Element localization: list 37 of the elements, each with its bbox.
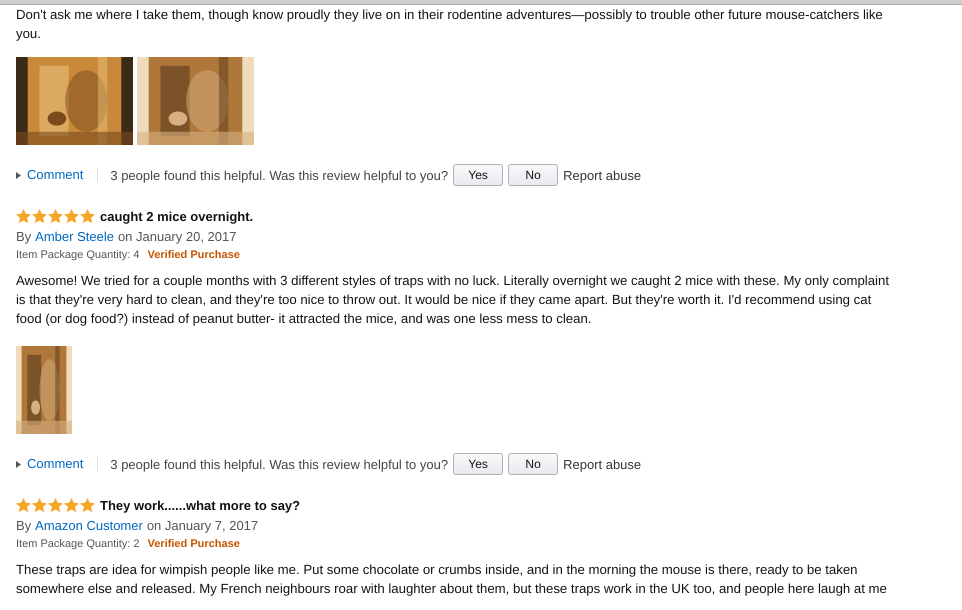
review-text: Awesome! We tried for a couple months with 3 different styles of traps with no luck. Literally overnight we caught 2 mice with these. My only complaint is that they're very hard to clean, and they're too nice to throw out. It would be nice if they came apart. But they're worth it. I'd recommend using cat food (or dog food?) instead of peanut butter- it attracted the mice, and was one less mess to clean. bbox=[16, 272, 890, 328]
review-text: These traps are idea for wimpish people like me. Put some chocolate or crumbs inside, and in the morning the mouse is there, ready to be taken somewhere else and released. My French neighbours roar with laughter about them, but these traps work in the UK too, and people here laugh at me bbox=[16, 561, 888, 598]
star-icon bbox=[64, 498, 79, 512]
comment-link[interactable]: Comment bbox=[16, 168, 98, 182]
star-icon bbox=[16, 208, 31, 224]
review-date: on January 7, 2017 bbox=[146, 517, 258, 535]
yes-button[interactable]: Yes bbox=[453, 453, 504, 475]
star-icon bbox=[32, 498, 47, 512]
report-abuse-link[interactable]: Report abuse bbox=[563, 456, 642, 472]
helpful-text: 3 people found this helpful. Was this review helpful to you? bbox=[110, 456, 448, 472]
report-abuse-link[interactable]: Report abuse bbox=[563, 168, 642, 182]
review-text: Don't ask me where I take them, though know proudly they live on in their rodentine adventures—possibly to trouble other future mouse-catchers like you. bbox=[16, 6, 884, 43]
verified-purchase: Verified Purchase bbox=[148, 537, 240, 552]
star-icon bbox=[80, 498, 95, 512]
star-icon bbox=[16, 498, 31, 512]
yes-button[interactable]: Yes bbox=[453, 164, 504, 186]
star-icon bbox=[64, 208, 79, 224]
caret-icon bbox=[16, 460, 21, 468]
author-link[interactable]: Amazon Customer bbox=[35, 516, 143, 535]
review-date: on January 20, 2017 bbox=[118, 228, 236, 246]
author-link[interactable]: Amber Steele bbox=[35, 227, 114, 246]
caret-icon bbox=[16, 172, 21, 178]
review-title: They work......what more to say? bbox=[100, 498, 300, 512]
no-button[interactable]: No bbox=[508, 164, 558, 186]
star-icon bbox=[48, 208, 63, 224]
by-label: By bbox=[16, 517, 32, 535]
star-icon bbox=[48, 498, 63, 512]
by-label: By bbox=[16, 228, 32, 246]
no-button[interactable]: No bbox=[508, 453, 558, 475]
comment-link[interactable]: Comment bbox=[16, 457, 98, 471]
review-title: caught 2 mice overnight. bbox=[100, 208, 254, 224]
verified-purchase: Verified Purchase bbox=[148, 248, 240, 263]
package-quantity: Item Package Quantity: 4 bbox=[16, 248, 140, 263]
star-icon bbox=[80, 208, 95, 224]
star-icon bbox=[32, 208, 47, 224]
helpful-text: 3 people found this helpful. Was this review helpful to you? bbox=[110, 168, 448, 182]
package-quantity: Item Package Quantity: 2 bbox=[16, 537, 140, 552]
